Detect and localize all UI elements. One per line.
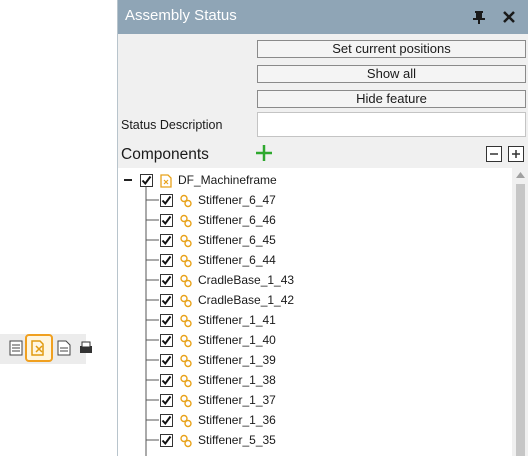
component-visibility-checkbox[interactable] <box>160 313 173 327</box>
collapse-all-icon[interactable] <box>486 146 502 162</box>
component-visibility-checkbox[interactable] <box>160 273 173 287</box>
panel-title: Assembly Status <box>125 7 237 24</box>
assembly-status-tool-icon[interactable] <box>25 334 53 362</box>
component-visibility-checkbox[interactable] <box>160 393 173 407</box>
tree-row[interactable]: Stiffener_6_46 <box>160 210 276 230</box>
component-visibility-checkbox[interactable] <box>160 233 173 247</box>
tree-row[interactable]: Stiffener_1_38 <box>160 370 276 390</box>
component-label: Stiffener_1_36 <box>198 413 276 427</box>
tree-row[interactable]: CradleBase_1_43 <box>160 270 294 290</box>
document-list-icon[interactable] <box>9 340 23 356</box>
close-icon[interactable] <box>501 9 517 25</box>
component-visibility-checkbox[interactable] <box>160 213 173 227</box>
scroll-thumb[interactable] <box>516 184 525 456</box>
tree-scrollbar[interactable] <box>512 168 528 456</box>
tree-row[interactable]: Stiffener_1_39 <box>160 350 276 370</box>
tree-row[interactable]: Stiffener_1_37 <box>160 390 276 410</box>
tree-row[interactable]: Stiffener_5_35 <box>160 430 276 450</box>
component-label: Stiffener_1_40 <box>198 333 276 347</box>
component-label: DF_Machineframe <box>178 173 277 187</box>
component-link-icon <box>179 353 193 368</box>
component-visibility-checkbox[interactable] <box>160 333 173 347</box>
component-link-icon <box>179 253 193 268</box>
component-visibility-checkbox[interactable] <box>160 433 173 447</box>
panel-titlebar: Assembly Status <box>118 0 528 34</box>
hide-feature-button[interactable]: Hide feature <box>257 90 526 108</box>
document-icon[interactable] <box>57 340 71 356</box>
component-link-icon <box>179 393 193 408</box>
component-link-icon <box>179 193 193 208</box>
component-label: CradleBase_1_43 <box>198 273 295 287</box>
tree-row[interactable]: Stiffener_1_40 <box>160 330 276 350</box>
tree-row[interactable]: Stiffener_6_47 <box>160 190 276 210</box>
tree-row[interactable]: Stiffener_6_45 <box>160 230 276 250</box>
add-component-icon[interactable] <box>255 144 273 162</box>
component-visibility-checkbox[interactable] <box>160 373 173 387</box>
component-label: CradleBase_1_42 <box>198 293 295 307</box>
status-description-field[interactable] <box>257 112 526 137</box>
component-link-icon <box>179 413 193 428</box>
component-link-icon <box>179 233 193 248</box>
collapse-node-icon[interactable] <box>123 170 133 190</box>
set-current-positions-button[interactable]: Set current positions <box>257 40 526 58</box>
component-visibility-checkbox[interactable] <box>160 293 173 307</box>
pin-icon[interactable] <box>472 10 486 24</box>
tree-row[interactable]: Stiffener_6_44 <box>160 250 276 270</box>
component-link-icon <box>179 213 193 228</box>
component-visibility-checkbox[interactable] <box>160 193 173 207</box>
component-label: Stiffener_1_39 <box>198 353 276 367</box>
component-visibility-checkbox[interactable] <box>160 253 173 267</box>
component-label: Stiffener_1_37 <box>198 393 276 407</box>
component-label: Stiffener_5_35 <box>198 433 276 447</box>
assembly-status-panel: Assembly Status Set current positions Sh… <box>117 0 528 456</box>
component-link-icon <box>179 293 193 308</box>
component-label: Stiffener_1_41 <box>198 313 276 327</box>
tree-row[interactable]: Stiffener_1_36 <box>160 410 276 430</box>
printer-icon[interactable] <box>78 340 92 356</box>
component-visibility-checkbox[interactable] <box>160 413 173 427</box>
assembly-folder-icon <box>159 173 173 188</box>
component-visibility-checkbox[interactable] <box>160 353 173 367</box>
component-link-icon <box>179 333 193 348</box>
component-label: Stiffener_6_44 <box>198 253 276 267</box>
expand-all-icon[interactable] <box>508 146 524 162</box>
component-label: Stiffener_1_38 <box>198 373 276 387</box>
component-link-icon <box>179 433 193 448</box>
component-label: Stiffener_6_45 <box>198 233 276 247</box>
component-label: Stiffener_6_47 <box>198 193 276 207</box>
side-toolbar <box>0 334 92 364</box>
components-label: Components <box>121 146 209 163</box>
component-link-icon <box>179 313 193 328</box>
components-tree: DF_Machineframe Stiffener_6_47 Stiffener_6… <box>118 168 512 456</box>
component-link-icon <box>179 273 193 288</box>
tree-root-row[interactable]: DF_Machineframe <box>140 170 277 190</box>
show-all-button[interactable]: Show all <box>257 65 526 83</box>
component-link-icon <box>179 373 193 388</box>
component-label: Stiffener_6_46 <box>198 213 276 227</box>
component-visibility-checkbox[interactable] <box>140 173 153 187</box>
scroll-up-arrow-icon[interactable] <box>516 172 525 178</box>
tree-row[interactable]: CradleBase_1_42 <box>160 290 294 310</box>
tree-row[interactable]: Stiffener_1_41 <box>160 310 276 330</box>
status-description-label: Status Description <box>121 118 223 132</box>
